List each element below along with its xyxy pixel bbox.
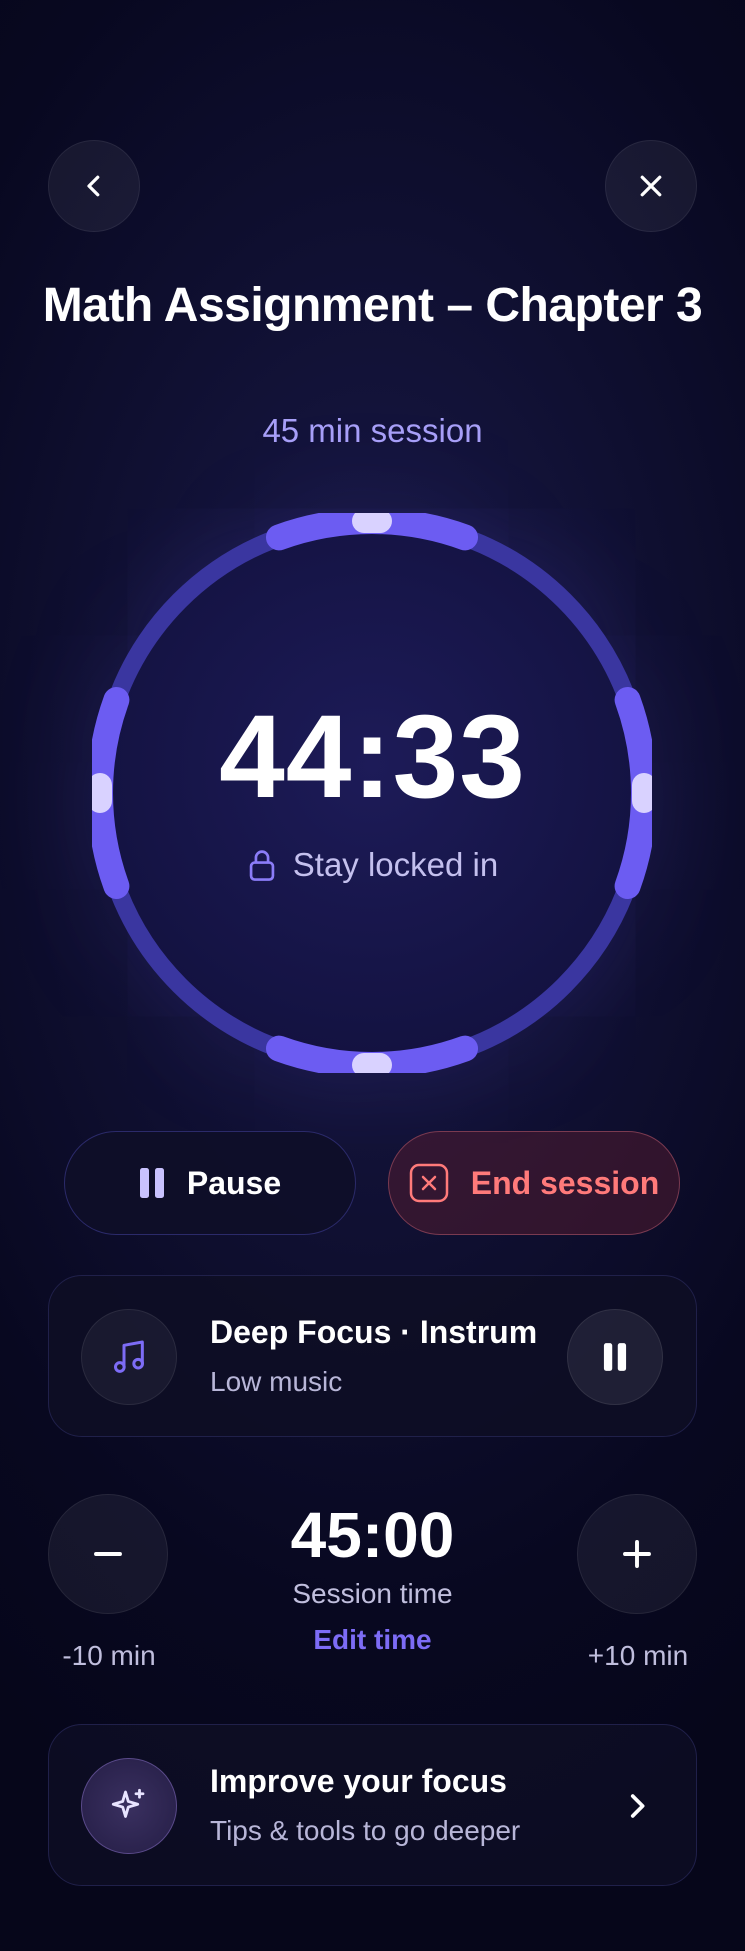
close-square-icon xyxy=(409,1163,448,1203)
pause-icon xyxy=(139,1168,164,1198)
music-volume-text: Low music xyxy=(210,1366,343,1397)
lock-text: Stay locked in xyxy=(292,846,499,883)
track-title: Deep Focus · Instrumental xyxy=(210,1314,536,1350)
music-note-icon xyxy=(114,1340,144,1373)
pause-label: Pause xyxy=(186,1164,282,1201)
sparkle-icon xyxy=(111,1788,145,1818)
music-card[interactable]: Deep Focus · Instrumental Low music xyxy=(48,1275,697,1437)
session-title: Math Assignment – Chapter 3 xyxy=(42,279,703,332)
plus-icon xyxy=(623,1540,651,1568)
music-pause-button[interactable] xyxy=(567,1309,663,1405)
progress-handle xyxy=(352,513,392,533)
close-icon xyxy=(640,175,662,197)
lock-icon xyxy=(249,850,275,881)
music-icon-wrap xyxy=(81,1309,177,1405)
focus-card-subtitle: Tips & tools to go deeper xyxy=(210,1815,521,1846)
focus-card-title: Improve your focus xyxy=(210,1763,507,1799)
lock-status: Stay locked in xyxy=(0,846,745,884)
close-button[interactable] xyxy=(605,140,697,232)
session-subtitle: 45 min session xyxy=(262,412,483,449)
improve-focus-card[interactable]: Improve your focus Tips & tools to go de… xyxy=(48,1724,697,1886)
end-session-label: End session xyxy=(470,1164,660,1201)
increase-time-button[interactable] xyxy=(577,1494,697,1614)
countdown-timer: 44:33 xyxy=(219,691,526,823)
end-session-button[interactable]: End session xyxy=(388,1131,680,1235)
back-button[interactable] xyxy=(48,140,140,232)
chevron-right-icon xyxy=(630,1794,645,1818)
pause-icon xyxy=(603,1343,627,1371)
pause-button[interactable]: Pause xyxy=(64,1131,356,1235)
chevron-left-icon xyxy=(87,175,100,197)
increase-time-label: +10 min xyxy=(587,1640,689,1671)
sparkle-icon-wrap xyxy=(81,1758,177,1854)
progress-handle xyxy=(352,1053,392,1073)
